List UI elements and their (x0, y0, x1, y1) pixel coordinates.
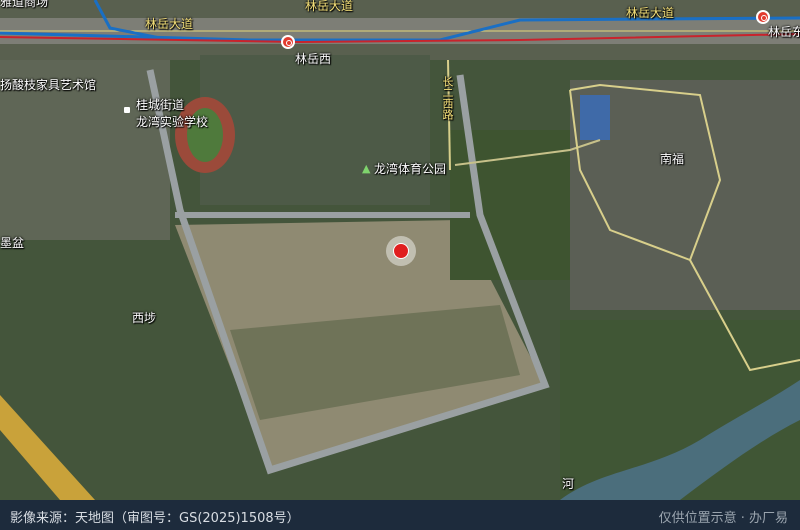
place-label-park: 龙湾体育公园 (374, 162, 447, 176)
metro-station-icon[interactable] (281, 35, 295, 49)
station-label-linyue-west[interactable]: 林岳西 (295, 52, 331, 66)
location-note: 仅供位置示意 · 办厂易 (658, 511, 788, 526)
satellite-map[interactable]: 雅道商场 林岳大道 林岳大道 林岳大道 林岳西 林岳东 扬酸枝家具艺术馆 桂城街… (0, 0, 800, 500)
place-label-left-partial: 墨盆 (0, 236, 25, 250)
road-label-changer-west: 长二西路 (441, 76, 454, 120)
park-tree-icon: ▲ (362, 162, 371, 175)
location-pin-core (393, 243, 409, 259)
place-label-nanfu: 南福 (660, 152, 685, 166)
station-label-linyue-east[interactable]: 林岳东 (768, 25, 800, 39)
place-label-xibu: 西埗 (132, 311, 157, 325)
location-pin-icon[interactable] (386, 236, 416, 266)
place-label-top-left: 雅道商场 (0, 0, 49, 9)
poi-marker-icon (124, 107, 130, 113)
road-label-linyue-1: 林岳大道 (305, 0, 354, 13)
imagery-source: 影像来源：天地图（审图号：GS(2025)1508号） (10, 511, 300, 526)
road-label-linyue-2: 林岳大道 (145, 17, 194, 31)
road-label-linyue-3: 林岳大道 (626, 6, 675, 20)
place-label-river: 河 (562, 477, 575, 491)
place-label-museum: 扬酸枝家具艺术馆 (0, 78, 97, 92)
place-label-school: 龙湾实验学校 (136, 115, 209, 129)
place-label-subdistrict: 桂城街道 (136, 98, 185, 112)
map-footer: 影像来源：天地图（审图号：GS(2025)1508号） 仅供位置示意 · 办厂易 (0, 500, 800, 530)
metro-station-icon[interactable] (756, 10, 770, 24)
